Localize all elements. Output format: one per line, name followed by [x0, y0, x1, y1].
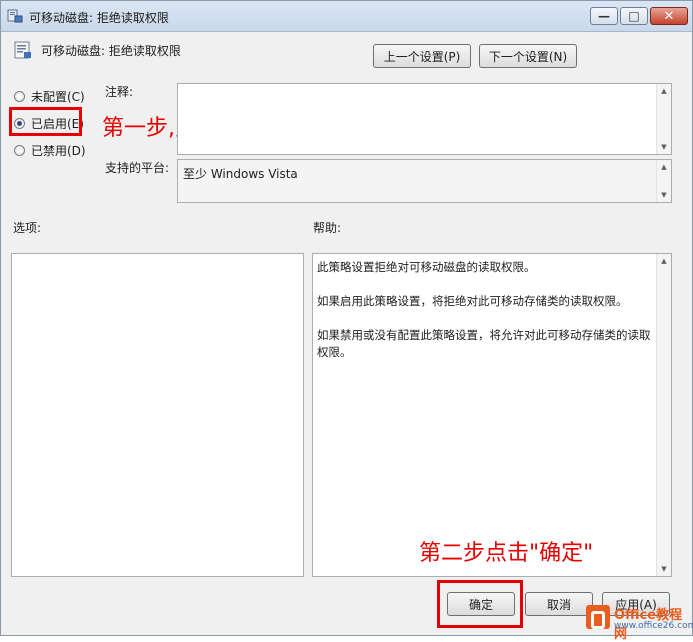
scroll-up-icon[interactable]: ▲ [657, 254, 671, 268]
options-label: 选项: [13, 221, 42, 235]
office-logo-icon [586, 605, 610, 629]
office26-watermark: Office教程网 www.office26.com [586, 602, 693, 642]
title-bar: 可移动磁盘: 拒绝读取权限 — □ ✕ [1, 1, 692, 32]
scroll-up-icon[interactable]: ▲ [657, 160, 671, 174]
help-paragraph: 如果启用此策略设置，将拒绝对此可移动存储类的读取权限。 [317, 294, 628, 308]
platform-scrollbar[interactable]: ▲ ▼ [656, 160, 671, 202]
radio-not-configured[interactable]: 未配置(C) [14, 88, 85, 105]
comment-textarea[interactable]: ▲ ▼ [177, 83, 672, 155]
comment-label: 注释: [105, 85, 134, 99]
help-paragraph: 此策略设置拒绝对可移动磁盘的读取权限。 [317, 260, 536, 274]
comment-scrollbar[interactable]: ▲ ▼ [656, 84, 671, 154]
radio-button[interactable] [14, 145, 25, 156]
scroll-down-icon[interactable]: ▼ [657, 140, 671, 154]
scroll-down-icon[interactable]: ▼ [657, 188, 671, 202]
radio-label-not-configured: 未配置(C) [31, 90, 85, 104]
enabled-highlight-box [9, 107, 82, 136]
platform-value: 至少 Windows Vista [183, 167, 298, 181]
minimize-icon: — [598, 9, 610, 23]
policy-setting-icon [14, 41, 31, 59]
radio-label-disabled: 已禁用(D) [31, 144, 86, 158]
help-paragraph: 如果禁用或没有配置此策略设置，将允许对此可移动存储类的读取权限。 [317, 328, 651, 359]
previous-setting-button[interactable]: 上一个设置(P) [373, 44, 471, 68]
group-policy-icon [7, 9, 23, 23]
help-text: 此策略设置拒绝对可移动磁盘的读取权限。 如果启用此策略设置，将拒绝对此可移动存储… [317, 259, 653, 378]
radio-button[interactable] [14, 91, 25, 102]
policy-title: 可移动磁盘: 拒绝读取权限 [41, 44, 181, 58]
policy-dialog: 可移动磁盘: 拒绝读取权限 — □ ✕ 可移动磁盘: 拒绝读取权限 上一个设置(… [0, 0, 693, 642]
scroll-down-icon[interactable]: ▼ [657, 562, 671, 576]
next-setting-button[interactable]: 下一个设置(N) [479, 44, 577, 68]
help-label: 帮助: [313, 221, 342, 235]
maximize-icon: □ [628, 9, 640, 23]
close-icon: ✕ [663, 8, 675, 24]
help-scrollbar[interactable]: ▲ ▼ [656, 254, 671, 576]
maximize-button[interactable]: □ [620, 7, 648, 25]
cancel-button[interactable]: 取消 [525, 592, 593, 616]
scroll-up-icon[interactable]: ▲ [657, 84, 671, 98]
options-panel [11, 253, 304, 577]
ok-highlight-box [437, 580, 523, 628]
watermark-url: www.office26.com [614, 621, 693, 631]
minimize-button[interactable]: — [590, 7, 618, 25]
close-button[interactable]: ✕ [650, 7, 688, 25]
help-panel: 此策略设置拒绝对可移动磁盘的读取权限。 如果启用此策略设置，将拒绝对此可移动存储… [312, 253, 672, 577]
platform-label: 支持的平台: [105, 161, 170, 175]
platform-field: 至少 Windows Vista ▲ ▼ [177, 159, 672, 203]
window-title: 可移动磁盘: 拒绝读取权限 [29, 11, 169, 25]
radio-disabled[interactable]: 已禁用(D) [14, 142, 86, 159]
step2-annotation: 第二步点击"确定" [419, 541, 594, 566]
